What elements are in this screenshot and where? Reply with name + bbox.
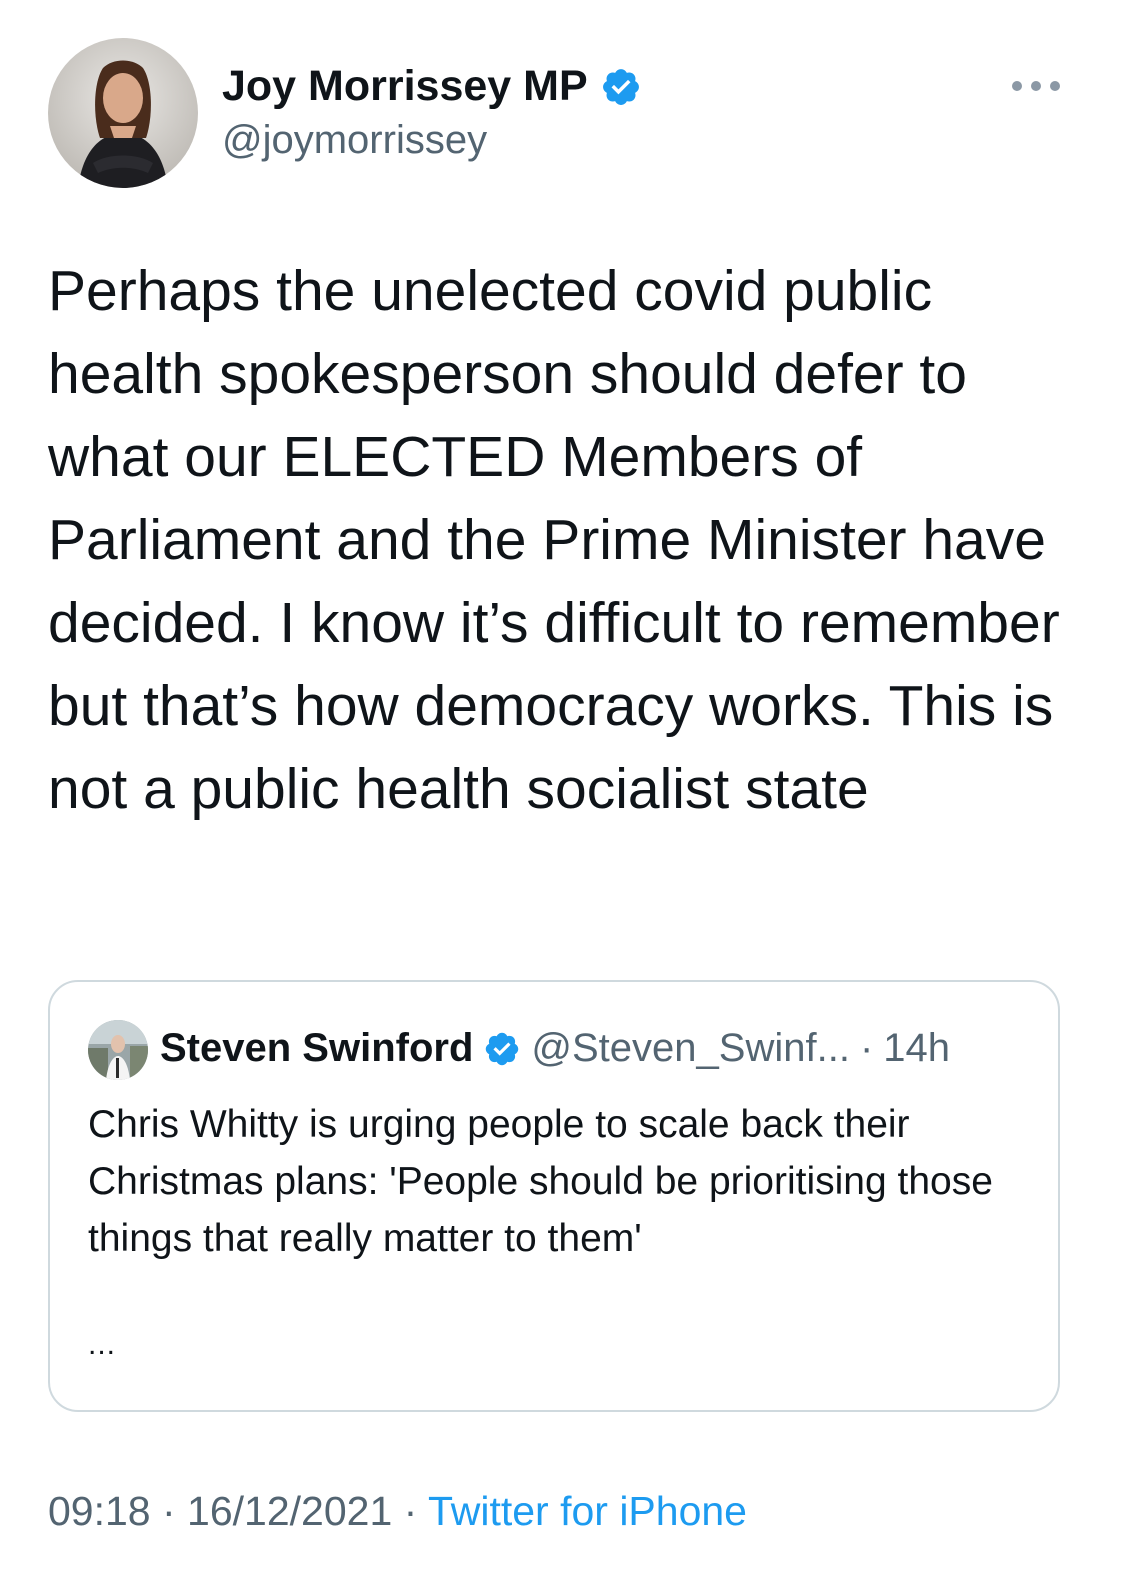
more-options-icon[interactable] bbox=[1012, 78, 1060, 94]
profile-photo bbox=[48, 38, 198, 188]
separator-dot: · bbox=[150, 1488, 188, 1534]
tweet-source-link[interactable]: Twitter for iPhone bbox=[428, 1488, 747, 1534]
tweet-date: 16/12/2021 bbox=[187, 1488, 393, 1534]
author-handle[interactable]: @joymorrissey bbox=[222, 118, 487, 163]
verified-badge-icon bbox=[486, 1032, 519, 1065]
author-avatar[interactable] bbox=[48, 38, 198, 188]
tweet-metadata: 09:18 · 16/12/2021 · Twitter for iPhone bbox=[48, 1488, 747, 1535]
tweet-time: 09:18 bbox=[48, 1488, 151, 1534]
more-dot bbox=[1012, 81, 1022, 91]
author-name[interactable]: Joy Morrissey MP bbox=[222, 62, 588, 111]
quoted-timestamp[interactable]: 14h bbox=[883, 1026, 950, 1071]
separator-dot: · bbox=[392, 1488, 428, 1534]
tweet-text: Perhaps the unelected covid public healt… bbox=[48, 259, 1076, 821]
separator-dot: · bbox=[859, 1026, 874, 1070]
more-dot bbox=[1031, 81, 1041, 91]
quoted-author-handle[interactable]: @Steven_Swinf... bbox=[531, 1026, 850, 1071]
profile-photo bbox=[88, 1020, 148, 1080]
quoted-header: Steven Swinford @Steven_Swinf... · 14h bbox=[160, 1026, 950, 1071]
verified-badge-icon bbox=[602, 68, 639, 105]
author-name-row[interactable]: Joy Morrissey MP bbox=[222, 62, 642, 111]
quoted-text: Chris Whitty is urging people to scale b… bbox=[88, 1103, 993, 1260]
quoted-tweet[interactable]: Steven Swinford @Steven_Swinf... · 14h C… bbox=[48, 980, 1060, 1412]
quoted-avatar[interactable] bbox=[88, 1020, 148, 1080]
more-dot bbox=[1050, 81, 1060, 91]
quoted-author-name[interactable]: Steven Swinford bbox=[160, 1026, 473, 1071]
quoted-truncation-ellipsis: ... bbox=[88, 1328, 117, 1361]
